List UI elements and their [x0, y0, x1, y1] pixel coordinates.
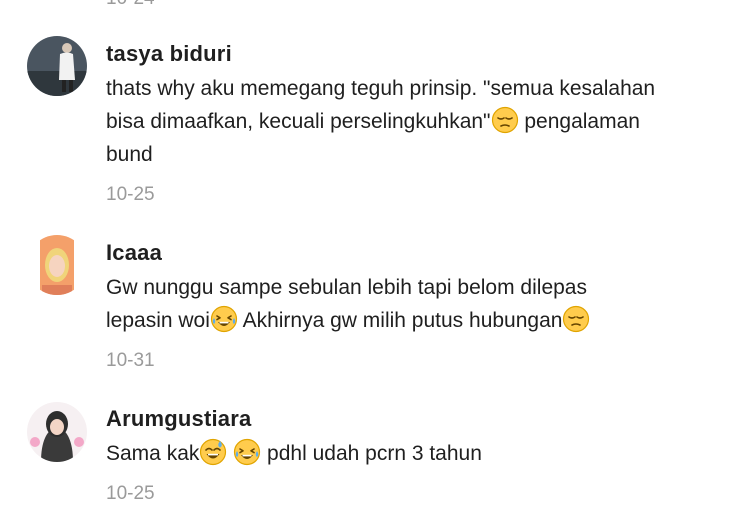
comment-text: Sama kak pdhl udah pcrn 3 tahun: [106, 437, 731, 470]
comment-date: 10-25: [106, 184, 155, 205]
comment-text-segment: pengalaman: [518, 110, 640, 133]
comment-text-line: bisa dimaafkan, kecuali perselingkuhkan"…: [106, 105, 731, 138]
comment-text-segment: Sama kak: [106, 442, 200, 465]
comment-text: Gw nunggu sampe sebulan lebih tapi belom…: [106, 271, 731, 337]
grinning-face-with-sweat-emoji-icon: [199, 438, 227, 466]
avatar[interactable]: [27, 36, 87, 96]
comment-text-segment: pdhl udah pcrn 3 tahun: [261, 442, 482, 465]
comment-username[interactable]: Arumgustiara: [106, 406, 251, 432]
comment-date: 10-25: [106, 483, 155, 504]
comment-text-line: thats why aku memegang teguh prinsip. "s…: [106, 77, 656, 100]
face-with-tears-of-joy-emoji-icon: [233, 438, 261, 466]
comment-text-line: Sama kak pdhl udah pcrn 3 tahun: [106, 437, 731, 470]
comment-text-segment: lepasin woi: [106, 309, 210, 332]
pensive-face-emoji-icon: [491, 106, 519, 134]
comment-text-line: bund: [106, 143, 153, 166]
comment-text-line: Gw nunggu sampe sebulan lebih tapi belom…: [106, 276, 587, 299]
comment-text-segment: bisa dimaafkan, kecuali perselingkuhkan": [106, 110, 491, 133]
comment-date: 10-31: [106, 350, 155, 371]
avatar[interactable]: [27, 402, 87, 462]
previous-comment-date: 10-24: [106, 0, 155, 10]
comment-text: thats why aku memegang teguh prinsip. "s…: [106, 72, 731, 171]
comment-username[interactable]: tasya biduri: [106, 41, 232, 67]
pensive-face-emoji-icon: [562, 305, 590, 333]
comment-text-segment: Akhirnya gw milih putus hubungan: [237, 309, 563, 332]
comment-text-line: lepasin woi Akhirnya gw milih putus hubu…: [106, 304, 731, 337]
avatar[interactable]: [27, 235, 87, 295]
comment-username[interactable]: Icaaa: [106, 240, 162, 266]
face-with-tears-of-joy-emoji-icon: [210, 305, 238, 333]
